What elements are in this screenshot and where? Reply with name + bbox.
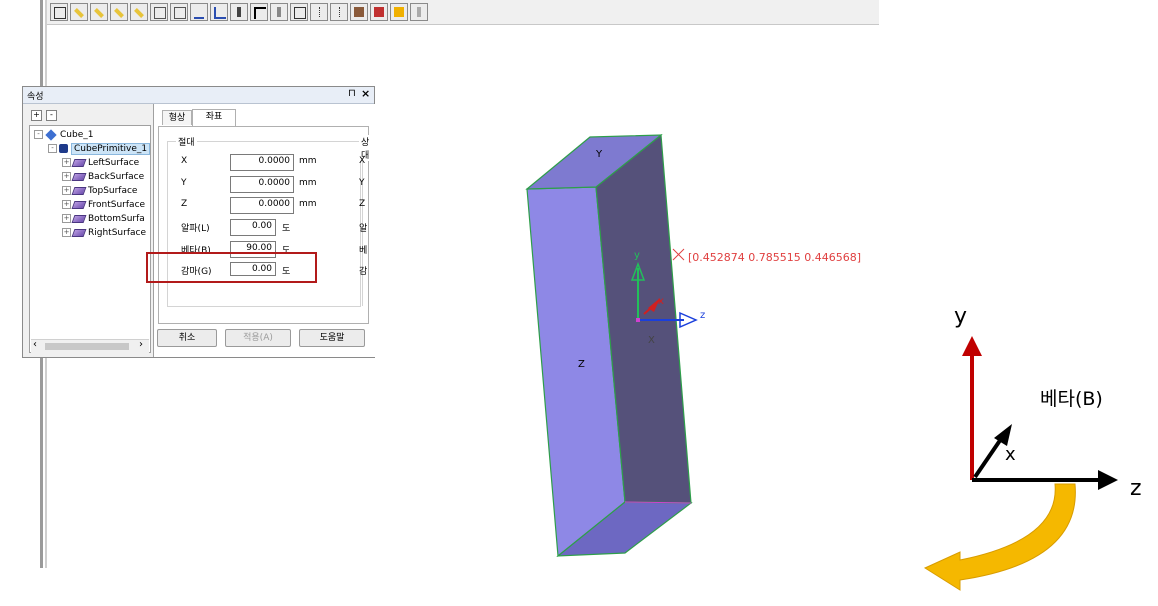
diagram-x-label: x [1005,444,1016,465]
diagram-x-arrow [973,434,1005,479]
corner-label-x: X [648,335,655,346]
rotation-arrow-icon [923,483,1076,591]
diagram-y-arrowhead [962,336,982,356]
diagram-beta-label: 베타(B) [1040,388,1103,410]
origin-marker [636,318,640,322]
corner-label-z: Z [578,359,585,370]
diagram-z-arrowhead [1098,470,1118,490]
axis-label-x: x [658,296,664,307]
diagram-y-label: y [954,304,968,329]
viewport-3d [525,133,1118,591]
axis-label-y: y [634,250,640,261]
coordinate-readout: [0.452874 0.785515 0.446568] [688,251,862,264]
corner-label-y: Y [596,149,603,160]
axis-label-z: z [700,310,706,321]
diagram-z-label: z [1130,476,1142,501]
